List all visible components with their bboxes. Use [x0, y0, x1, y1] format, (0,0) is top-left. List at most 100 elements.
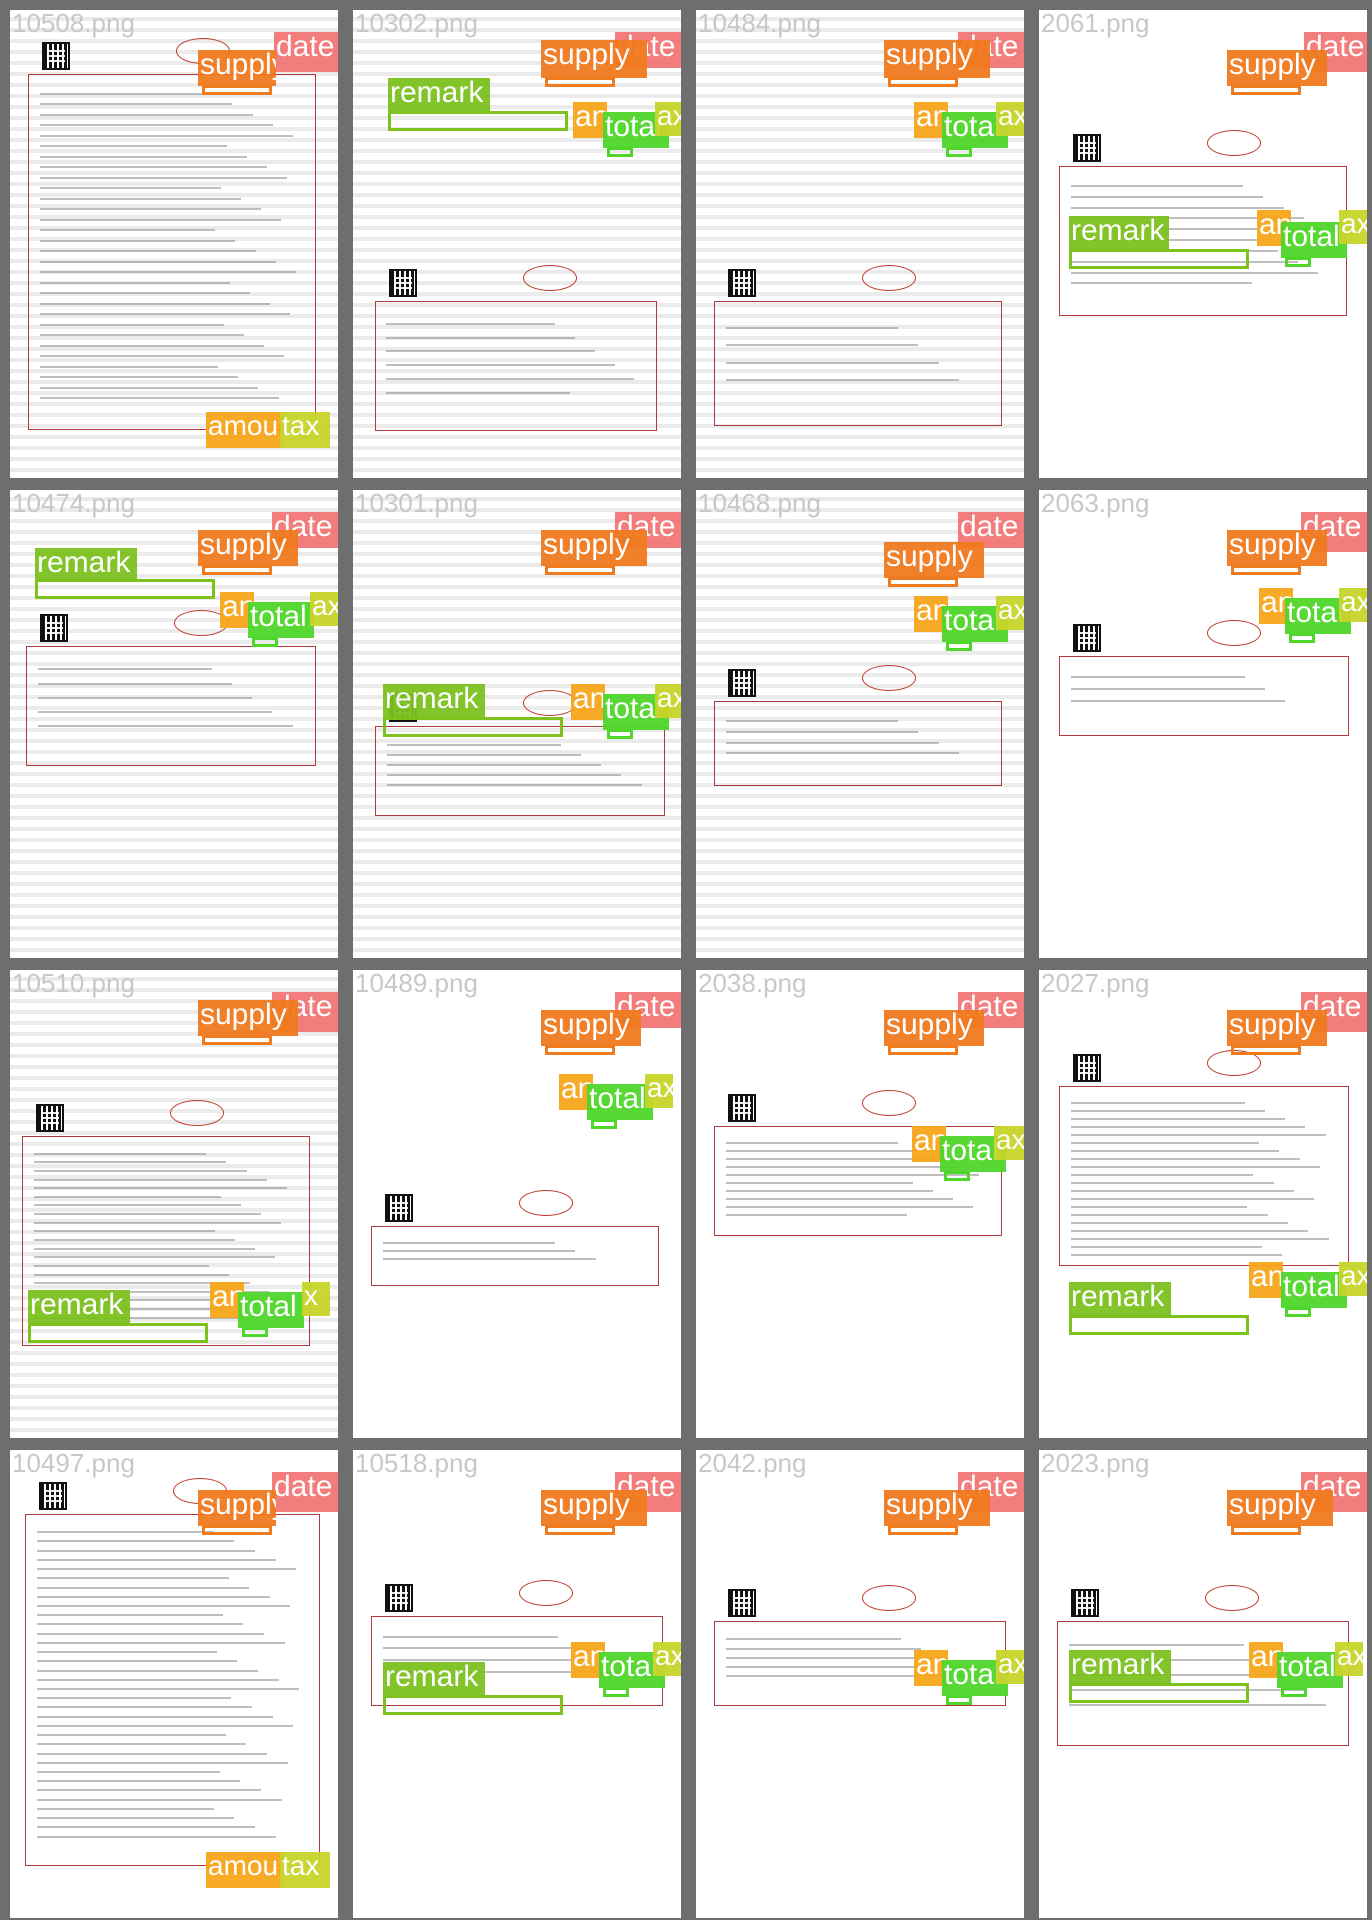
- image-tile[interactable]: 10474.png date supply remark an total ax: [10, 490, 338, 958]
- field-label-amount[interactable]: an: [573, 102, 607, 138]
- invoice-frame: [1059, 656, 1349, 736]
- field-label-tax[interactable]: x: [302, 1282, 330, 1316]
- field-label-supply[interactable]: supply: [541, 1490, 647, 1526]
- invoice-line: [725, 1166, 959, 1168]
- invoice-line: [37, 668, 212, 671]
- field-box-total: [603, 1687, 629, 1697]
- field-label-date[interactable]: date: [274, 32, 338, 72]
- image-tile[interactable]: 2023.png date supply remark an total ax: [1039, 1450, 1367, 1918]
- field-label-supply[interactable]: supply: [541, 1010, 641, 1046]
- image-tile[interactable]: 10301.png date supply remark an total ax: [353, 490, 681, 958]
- image-tile[interactable]: 2042.png date supply an total ax: [696, 1450, 1024, 1918]
- field-label-amount[interactable]: amou: [206, 412, 284, 448]
- field-label-tax[interactable]: ax: [645, 1074, 673, 1108]
- invoice-line: [725, 719, 899, 722]
- image-tile[interactable]: 2038.png date supply an total ax: [696, 970, 1024, 1438]
- invoice-line: [1070, 195, 1264, 198]
- field-label-tax[interactable]: tax: [280, 412, 330, 448]
- invoice-line: [1070, 1222, 1289, 1224]
- field-label-remark[interactable]: remark: [28, 1290, 130, 1324]
- field-label-remark[interactable]: remark: [383, 684, 485, 718]
- field-label-tax[interactable]: ax: [996, 1650, 1024, 1684]
- invoice-line: [39, 376, 239, 378]
- field-label-supply[interactable]: supply: [1227, 1010, 1327, 1046]
- field-label-supply[interactable]: supply: [884, 542, 984, 578]
- field-label-remark[interactable]: remark: [1069, 216, 1169, 250]
- image-tile[interactable]: 10489.png date supply an total ax: [353, 970, 681, 1438]
- invoice-line: [36, 1558, 276, 1561]
- field-label-supply[interactable]: supply: [198, 1000, 298, 1036]
- field-label-supply[interactable]: supply: [884, 40, 990, 78]
- image-tile[interactable]: 10510.png date supply remark an total x: [10, 970, 338, 1438]
- invoice-line: [33, 1256, 276, 1259]
- field-label-supply[interactable]: supply: [198, 50, 276, 86]
- field-label-tax[interactable]: ax: [994, 1126, 1024, 1160]
- image-tile[interactable]: 10468.png date supply an total ax: [696, 490, 1024, 958]
- field-label-supply[interactable]: supply: [198, 1490, 276, 1526]
- field-label-remark[interactable]: remark: [383, 1662, 485, 1696]
- invoice-line: [39, 323, 224, 326]
- invoice-line: [725, 1182, 913, 1184]
- field-label-tax[interactable]: ax: [1339, 1262, 1367, 1296]
- field-box-remark: [1069, 249, 1249, 269]
- field-label-amount[interactable]: an: [1249, 1262, 1283, 1298]
- image-tile[interactable]: 10484.pngdatesupplyantotalax: [696, 10, 1024, 478]
- invoice-line: [33, 1169, 247, 1172]
- field-label-amount[interactable]: an: [571, 684, 605, 720]
- field-label-tax[interactable]: ax: [655, 684, 681, 718]
- field-label-supply[interactable]: supply: [884, 1490, 990, 1526]
- image-tile[interactable]: 2061.png date supply remark an total ax: [1039, 10, 1367, 478]
- field-label-tax[interactable]: ax: [655, 102, 681, 136]
- invoice-line: [725, 730, 919, 733]
- field-label-tax[interactable]: ax: [996, 596, 1024, 630]
- field-label-tax[interactable]: ax: [996, 102, 1024, 136]
- invoice-line: [36, 1623, 244, 1626]
- invoice-line: [386, 764, 602, 766]
- invoice-line: [1070, 1118, 1286, 1120]
- field-label-supply[interactable]: supply: [884, 1010, 984, 1046]
- field-label-total[interactable]: total: [1281, 1272, 1347, 1308]
- image-tile[interactable]: 2027.png date supply remark an total ax: [1039, 970, 1367, 1438]
- field-label-tax[interactable]: ax: [1339, 588, 1367, 622]
- field-label-tax[interactable]: ax: [1339, 210, 1367, 244]
- field-label-supply[interactable]: supply: [1227, 530, 1327, 566]
- field-label-remark[interactable]: remark: [35, 548, 137, 580]
- field-label-remark[interactable]: remark: [1069, 1650, 1171, 1684]
- invoice-seal: [523, 265, 577, 291]
- invoice-line: [39, 145, 227, 147]
- field-label-supply[interactable]: supply: [198, 530, 298, 566]
- field-label-supply[interactable]: supply: [541, 40, 647, 78]
- image-tile[interactable]: 2063.png date supply an total ax: [1039, 490, 1367, 958]
- field-label-tax[interactable]: ax: [653, 1642, 681, 1676]
- field-label-total[interactable]: total: [248, 602, 314, 638]
- field-label-tax[interactable]: tax: [280, 1852, 330, 1888]
- invoice-line: [1070, 1198, 1315, 1200]
- field-box-total: [607, 147, 633, 157]
- field-label-total[interactable]: total: [1277, 1652, 1343, 1688]
- invoice-seal: [519, 1190, 573, 1216]
- field-label-total[interactable]: total: [587, 1084, 653, 1120]
- field-label-total[interactable]: total: [238, 1292, 304, 1328]
- image-tile[interactable]: 10497.png datesupply amoutax: [10, 1450, 338, 1918]
- field-label-supply[interactable]: supply: [1227, 50, 1327, 86]
- invoice-line: [39, 386, 259, 389]
- field-label-remark[interactable]: remark: [388, 78, 490, 112]
- image-tile[interactable]: 10518.png date supply remark an total ax: [353, 1450, 681, 1918]
- invoice-line: [1070, 1142, 1260, 1144]
- field-box-supply: [545, 1045, 615, 1055]
- field-label-total[interactable]: total: [1281, 222, 1347, 258]
- invoice-line: [1070, 271, 1319, 274]
- invoice-document: [714, 265, 1002, 450]
- invoice-line: [36, 1688, 300, 1690]
- field-label-supply[interactable]: supply: [541, 530, 647, 566]
- image-tile[interactable]: 10302.pngdatesupplyremarkantotalax: [353, 10, 681, 478]
- tile-filename: 10510.png: [12, 970, 135, 998]
- field-label-supply[interactable]: supply: [1227, 1490, 1333, 1526]
- field-label-tax[interactable]: ax: [1335, 1642, 1363, 1676]
- invoice-line: [39, 187, 221, 189]
- field-label-date[interactable]: date: [272, 1472, 338, 1512]
- field-label-tax[interactable]: ax: [310, 592, 338, 626]
- field-label-remark[interactable]: remark: [1069, 1282, 1171, 1316]
- field-label-amount[interactable]: amou: [206, 1852, 284, 1888]
- image-tile[interactable]: 10508.png datesupply amoutax: [10, 10, 338, 478]
